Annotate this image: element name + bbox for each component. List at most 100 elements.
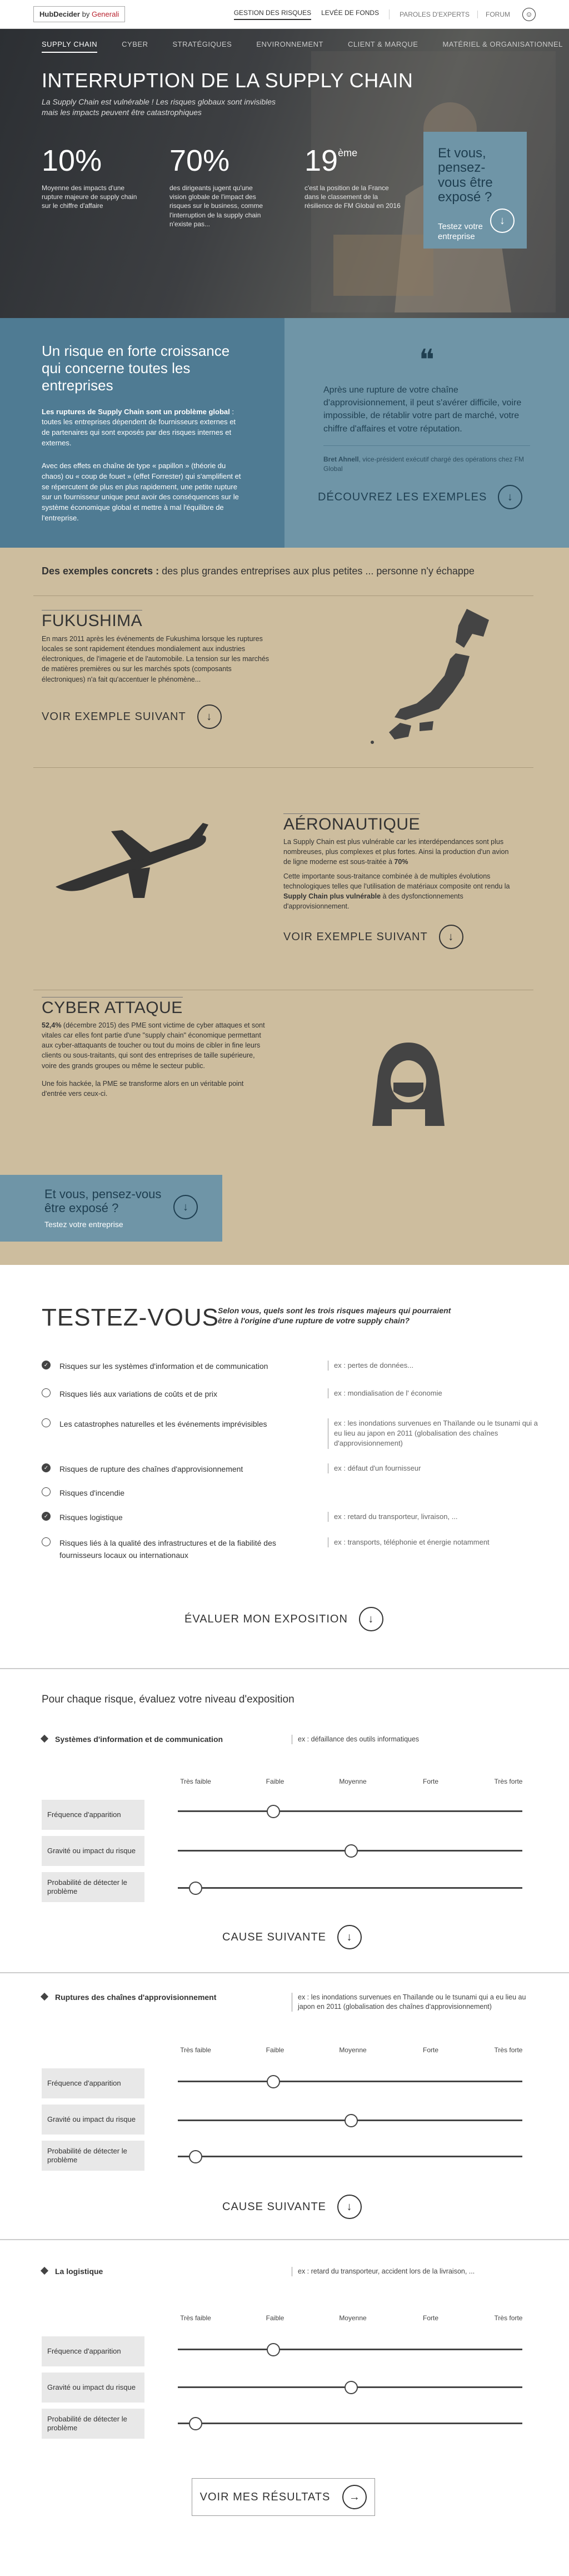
intro-left-panel: Un risque en forte croissance qui concer… bbox=[0, 318, 284, 548]
subnav-environnement[interactable]: ENVIRONNEMENT bbox=[256, 40, 323, 53]
arrow-right-icon[interactable]: → bbox=[342, 2485, 367, 2509]
slider-handle[interactable] bbox=[189, 2416, 202, 2430]
slider-severity[interactable] bbox=[178, 1844, 522, 1858]
checkbox-icon[interactable] bbox=[42, 1487, 51, 1496]
risk-example: ex : pertes de données... bbox=[328, 1361, 539, 1371]
checkbox-icon[interactable] bbox=[42, 1388, 51, 1397]
example-cyber-body-1: 52,4% (décembre 2015) des PME sont victi… bbox=[42, 1021, 265, 1070]
subnav-client-marque[interactable]: CLIENT & MARQUE bbox=[348, 40, 418, 53]
see-results-button[interactable]: VOIR MES RÉSULTATS → bbox=[192, 2478, 375, 2516]
slider-handle[interactable] bbox=[267, 1804, 280, 1818]
next-cause-label: CAUSE SUIVANTE bbox=[222, 1930, 326, 1943]
examples-exposed-link[interactable]: Testez votre entreprise bbox=[44, 1220, 178, 1229]
slider-handle[interactable] bbox=[267, 2342, 280, 2356]
arrow-down-icon[interactable]: ↓ bbox=[490, 209, 515, 233]
example-cyber-body-2: Une fois hackée, la PME se transforme al… bbox=[42, 1080, 244, 1098]
slider-detection[interactable] bbox=[178, 1881, 522, 1895]
scale-label: Très forte bbox=[494, 2046, 523, 2054]
slider-severity[interactable] bbox=[178, 2380, 522, 2394]
next-cause-button-2[interactable]: CAUSE SUIVANTE ↓ bbox=[222, 2195, 362, 2219]
risk-example: ex : transports, téléphonie et énergie n… bbox=[328, 1537, 539, 1548]
hero-subnav: SUPPLY CHAIN CYBER STRATÉGIQUES ENVIRONN… bbox=[42, 40, 563, 53]
slider-handle[interactable] bbox=[345, 2113, 358, 2127]
divider bbox=[0, 1972, 569, 1973]
slider-detection[interactable] bbox=[178, 2150, 522, 2163]
criterion-frequency: Fréquence d'apparition bbox=[42, 1800, 144, 1830]
example-fukushima-title: FUKUSHIMA bbox=[42, 610, 143, 631]
checkbox-icon[interactable] bbox=[42, 1418, 51, 1427]
example-aero-body-1: La Supply Chain est plus vulnérable car … bbox=[283, 838, 509, 866]
subnav-materiel[interactable]: MATÉRIEL & ORGANISATIONNEL bbox=[442, 40, 562, 53]
slider-handle[interactable] bbox=[189, 2150, 202, 2163]
logo-owner: Generali bbox=[91, 10, 119, 18]
stat-3: 19ème c'est la position de la France dan… bbox=[305, 146, 405, 211]
examples-header: Des exemples concrets : des plus grandes… bbox=[42, 565, 475, 577]
discover-examples-button[interactable]: DÉCOUVREZ LES EXEMPLES ↓ bbox=[318, 485, 523, 509]
user-icon[interactable]: ☺ bbox=[522, 7, 536, 21]
checkbox-checked-icon[interactable]: ✓ bbox=[42, 1361, 51, 1369]
next-example-button-1[interactable]: VOIR EXEMPLE SUIVANT ↓ bbox=[42, 704, 222, 729]
arrow-down-icon[interactable]: ↓ bbox=[498, 485, 523, 509]
scale-label: Forte bbox=[422, 2046, 439, 2054]
slider-handle[interactable] bbox=[267, 2074, 280, 2088]
checkbox-icon[interactable] bbox=[42, 1537, 51, 1546]
next-example-label: VOIR EXEMPLE SUIVANT bbox=[283, 930, 428, 943]
example-aero-body-2: Cette importante sous-traitance combinée… bbox=[283, 872, 510, 911]
arrow-down-icon[interactable]: ↓ bbox=[358, 1607, 383, 1631]
slider-severity[interactable] bbox=[178, 2113, 522, 2127]
scale-labels: Très faible Faible Moyenne Forte Très fo… bbox=[172, 2314, 528, 2323]
divider bbox=[33, 767, 533, 768]
arrow-down-icon[interactable]: ↓ bbox=[337, 1925, 362, 1949]
arrow-down-icon[interactable]: ↓ bbox=[438, 925, 463, 949]
nav-gestion-risques[interactable]: GESTION DES RISQUES bbox=[233, 9, 312, 20]
slider-detection[interactable] bbox=[178, 2416, 522, 2430]
subnav-supply-chain[interactable]: SUPPLY CHAIN bbox=[42, 40, 98, 53]
risk-section-1-title: Systèmes d'information et de communicati… bbox=[42, 1735, 223, 1744]
arrow-down-icon[interactable]: ↓ bbox=[337, 2195, 362, 2219]
nav-levee-fonds[interactable]: LEVÉE DE FONDS bbox=[321, 9, 379, 20]
nav-paroles-experts[interactable]: PAROLES D'EXPERTS bbox=[400, 11, 470, 18]
risk-section-2-title: Ruptures des chaînes d'approvisionnement bbox=[42, 1993, 216, 2002]
hacker-icon bbox=[372, 1043, 445, 1126]
examples-exposed-card[interactable]: Et vous, pensez-vous être exposé ? Teste… bbox=[0, 1175, 222, 1242]
criterion-severity: Gravité ou impact du risque bbox=[42, 1836, 144, 1866]
checkbox-checked-icon[interactable]: ✓ bbox=[42, 1463, 51, 1472]
nav-forum[interactable]: FORUM bbox=[477, 10, 510, 18]
top-bar: HubDecider by Generali GESTION DES RISQU… bbox=[0, 0, 569, 29]
risk-example: ex : défaut d'un fournisseur bbox=[328, 1463, 539, 1474]
assessment-title: Pour chaque risque, évaluez votre niveau… bbox=[42, 1694, 295, 1705]
criterion-detection: Probabilité de détecter le problème bbox=[42, 2409, 144, 2439]
stat-1-value: 10% bbox=[42, 144, 102, 177]
slider-handle[interactable] bbox=[189, 1881, 202, 1895]
slider-frequency[interactable] bbox=[178, 2342, 522, 2356]
slider-frequency[interactable] bbox=[178, 1804, 522, 1818]
intro-paragraph-1: Les ruptures de Supply Chain sont un pro… bbox=[42, 407, 236, 448]
arrow-down-icon[interactable]: ↓ bbox=[197, 704, 222, 729]
arrow-down-icon[interactable]: ↓ bbox=[173, 1195, 198, 1219]
risk-label: Risques sur les systèmes d'information e… bbox=[59, 1362, 268, 1371]
logo[interactable]: HubDecider by Generali bbox=[33, 6, 126, 22]
scale-label: Très forte bbox=[494, 1778, 523, 1785]
hero-exposed-card[interactable]: Et vous, pensez-vous être exposé ? Teste… bbox=[423, 132, 527, 249]
next-cause-button-1[interactable]: CAUSE SUIVANTE ↓ bbox=[222, 1925, 362, 1949]
evaluate-exposure-button[interactable]: ÉVALUER MON EXPOSITION ↓ bbox=[184, 1607, 383, 1631]
airplane-icon bbox=[56, 823, 208, 898]
criterion-severity: Gravité ou impact du risque bbox=[42, 2105, 144, 2135]
slider-frequency[interactable] bbox=[178, 2074, 522, 2088]
divider bbox=[0, 2239, 569, 2240]
test-intro: Selon vous, quels sont les trois risques… bbox=[218, 1306, 451, 1326]
slider-handle[interactable] bbox=[345, 2380, 358, 2394]
subnav-cyber[interactable]: CYBER bbox=[122, 40, 148, 53]
test-section: TESTEZ-VOUS Selon vous, quels sont les t… bbox=[0, 1265, 569, 1668]
risk-label: Les catastrophes naturelles et les événe… bbox=[59, 1419, 267, 1428]
risk-label: Risques de rupture des chaînes d'approvi… bbox=[59, 1465, 243, 1473]
checkbox-checked-icon[interactable]: ✓ bbox=[42, 1512, 51, 1521]
discover-examples-label: DÉCOUVREZ LES EXEMPLES bbox=[318, 490, 487, 503]
slider-handle[interactable] bbox=[345, 1844, 358, 1858]
scale-label: Très forte bbox=[494, 2314, 523, 2322]
risk-section-2-example: ex : les inondations survenues en Thaïla… bbox=[292, 1993, 531, 2012]
subnav-strategiques[interactable]: STRATÉGIQUES bbox=[172, 40, 232, 53]
next-example-button-2[interactable]: VOIR EXEMPLE SUIVANT ↓ bbox=[283, 925, 463, 949]
scale-label: Faible bbox=[266, 2046, 284, 2054]
example-aero-title: AÉRONAUTIQUE bbox=[283, 813, 421, 834]
